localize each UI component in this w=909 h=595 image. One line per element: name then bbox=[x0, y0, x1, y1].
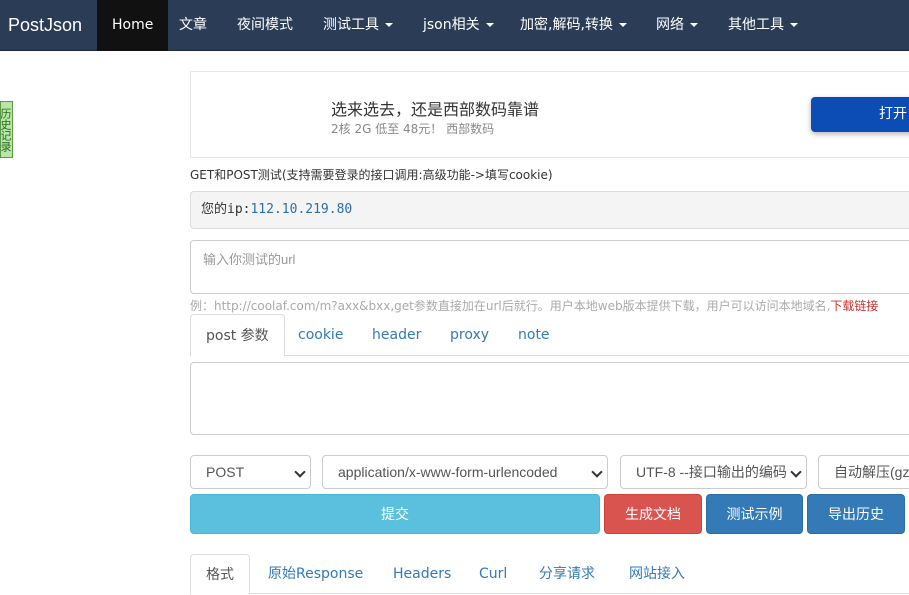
nav-home[interactable]: Home bbox=[97, 0, 169, 51]
nav-other-tools-label: 其他工具 bbox=[728, 17, 784, 33]
nav-network-label: 网络 bbox=[656, 17, 684, 33]
method-select-value: POST bbox=[206, 464, 245, 480]
chevron-down-icon bbox=[618, 23, 627, 27]
nav-articles-label: 文章 bbox=[179, 17, 207, 33]
test-sample-button[interactable]: 测试示例 bbox=[706, 494, 803, 534]
tab-share-request[interactable]: 分享请求 bbox=[539, 564, 595, 584]
history-tab[interactable]: 历史记录 bbox=[0, 101, 13, 158]
ip-value: 112.10.219.80 bbox=[250, 202, 353, 217]
ad-subtitle: 2核 2G 低至 48元！ 西部数码 bbox=[331, 122, 495, 136]
ad-banner: 选来选去，还是西部数码靠谱 2核 2G 低至 48元！ 西部数码 打开 bbox=[190, 71, 909, 158]
post-params-input[interactable] bbox=[190, 362, 909, 435]
tab-curl[interactable]: Curl bbox=[479, 564, 507, 584]
top-navbar: PostJson Home 文章 夜间模式 测试工具 json相关 加密,解码,… bbox=[0, 0, 909, 51]
tab-headers[interactable]: Headers bbox=[393, 564, 451, 584]
charset-select[interactable]: UTF-8 --接口输出的编码 bbox=[620, 455, 807, 489]
tab-note[interactable]: note bbox=[518, 314, 550, 356]
tab-cookie[interactable]: cookie bbox=[298, 314, 343, 356]
generate-doc-button[interactable]: 生成文档 bbox=[604, 494, 702, 534]
nav-json-label: json相关 bbox=[423, 17, 480, 33]
nav-home-label: Home bbox=[112, 17, 154, 33]
tab-header[interactable]: header bbox=[372, 314, 421, 356]
nav-test-tools[interactable]: 测试工具 bbox=[323, 0, 393, 51]
chevron-down-icon bbox=[294, 466, 306, 478]
ip-label: 您的ip: bbox=[201, 202, 251, 217]
nav-json[interactable]: json相关 bbox=[423, 0, 494, 51]
charset-select-value: UTF-8 --接口输出的编码 bbox=[636, 464, 787, 480]
content-type-select-value: application/x-www-form-urlencoded bbox=[338, 464, 558, 480]
ip-display: 您的ip:112.10.219.80 bbox=[190, 191, 909, 229]
nav-test-tools-label: 测试工具 bbox=[323, 17, 379, 33]
submit-button[interactable]: 提交 bbox=[190, 494, 600, 534]
brand-logo[interactable]: PostJson bbox=[8, 0, 82, 51]
ad-title: 选来选去，还是西部数码靠谱 bbox=[331, 100, 540, 119]
ad-open-button[interactable]: 打开 bbox=[811, 97, 909, 132]
result-tabs: 格式 原始Response Headers Curl 分享请求 网站接入 bbox=[190, 554, 909, 595]
chevron-down-icon bbox=[385, 23, 393, 27]
decompress-select-value: 自动解压(gz bbox=[834, 464, 909, 480]
export-history-button[interactable]: 导出历史 bbox=[807, 494, 905, 534]
chevron-down-icon bbox=[690, 23, 698, 27]
tab-site-embed[interactable]: 网站接入 bbox=[629, 564, 685, 584]
decompress-select[interactable]: 自动解压(gz bbox=[818, 455, 909, 489]
chevron-down-icon bbox=[790, 23, 798, 27]
url-input[interactable] bbox=[190, 240, 909, 294]
param-tabs: post 参数 cookie header proxy note bbox=[190, 314, 909, 357]
chevron-down-icon bbox=[485, 23, 494, 27]
intro-text: GET和POST测试(支持需要登录的接口调用:高级功能->填写cookie) bbox=[190, 168, 553, 182]
url-hint-text: 例：http://coolaf.com/m?axx&bxx,get参数直接加在u… bbox=[190, 299, 831, 313]
tab-proxy[interactable]: proxy bbox=[450, 314, 489, 356]
nav-network[interactable]: 网络 bbox=[656, 0, 698, 51]
nav-encrypt[interactable]: 加密,解码,转换 bbox=[520, 0, 627, 51]
nav-encrypt-label: 加密,解码,转换 bbox=[520, 17, 613, 33]
url-hint: 例：http://coolaf.com/m?axx&bxx,get参数直接加在u… bbox=[190, 297, 878, 314]
download-link[interactable]: 下载链接 bbox=[830, 299, 878, 313]
nav-other-tools[interactable]: 其他工具 bbox=[728, 0, 798, 51]
chevron-down-icon bbox=[790, 466, 802, 478]
method-select[interactable]: POST bbox=[190, 455, 311, 489]
tab-raw-response[interactable]: 原始Response bbox=[268, 564, 363, 584]
nav-night-mode[interactable]: 夜间模式 bbox=[237, 0, 293, 51]
nav-night-mode-label: 夜间模式 bbox=[237, 17, 293, 33]
tab-post-params[interactable]: post 参数 bbox=[190, 314, 285, 357]
chevron-down-icon bbox=[591, 466, 603, 478]
tab-format[interactable]: 格式 bbox=[190, 554, 250, 595]
nav-articles[interactable]: 文章 bbox=[179, 0, 207, 51]
content-type-select[interactable]: application/x-www-form-urlencoded bbox=[322, 455, 608, 489]
